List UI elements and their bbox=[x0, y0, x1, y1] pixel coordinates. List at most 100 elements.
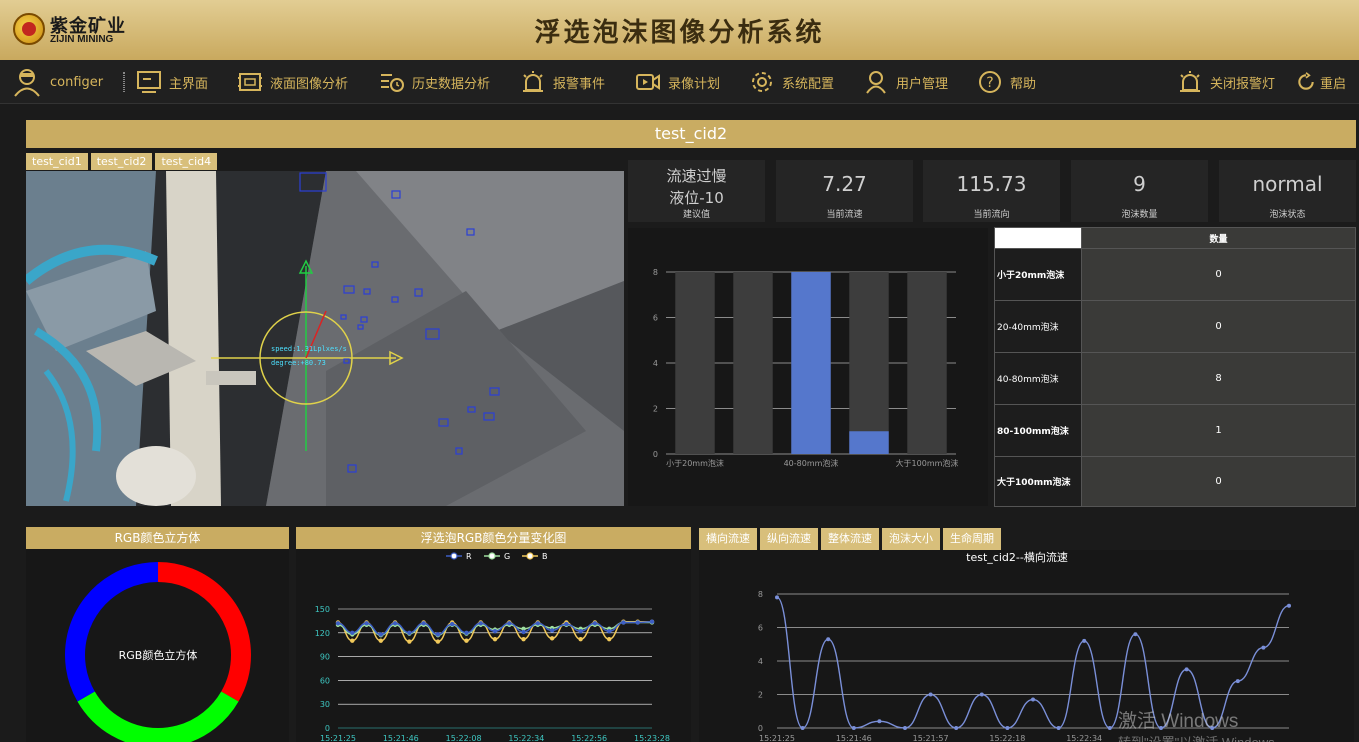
bar-xtick-label: 大于100mm泡沫 bbox=[896, 458, 959, 468]
flow-point bbox=[775, 595, 779, 600]
video-icon bbox=[636, 70, 660, 94]
table-row-value: 1 bbox=[1081, 405, 1355, 456]
table-row-value: 0 bbox=[1081, 249, 1355, 300]
rgb-chart-panel: 0 30 60 90 120 150 15:21:25 15:21:46 15:22:08 15:… bbox=[296, 549, 691, 742]
alarm-light-icon bbox=[1178, 70, 1202, 94]
rgb-point-R bbox=[478, 621, 483, 626]
flow-xtick-label: 15:22:34 bbox=[1066, 734, 1102, 742]
flow-point bbox=[1107, 726, 1112, 730]
tab-bubble-size[interactable]: 泡沫大小 bbox=[882, 528, 940, 550]
flow-xtick-label: 15:21:57 bbox=[913, 734, 949, 742]
flow-ytick-label: 2 bbox=[758, 691, 763, 700]
flow-point bbox=[1287, 603, 1291, 608]
tab-test-cid2[interactable]: test_cid2 bbox=[90, 153, 153, 170]
tab-test-cid4[interactable]: test_cid4 bbox=[155, 153, 218, 170]
rgb-chart-title: 浮选泡RGB颜色分量变化图 bbox=[296, 527, 691, 549]
alarm-light-off-button[interactable]: 关闭报警灯 bbox=[1178, 60, 1275, 104]
camera-video-feed[interactable]: speed:1.31Lplxes/s degree:+80.73 bbox=[26, 171, 624, 506]
rgb-point-R bbox=[578, 629, 583, 634]
tab-overall-speed[interactable]: 整体流速 bbox=[821, 528, 879, 550]
rgb-point-B bbox=[435, 639, 441, 644]
nav-item-user-management[interactable]: 用户管理 bbox=[864, 60, 948, 104]
user-menu[interactable]: configer bbox=[12, 60, 103, 104]
rgb-point-B bbox=[492, 636, 498, 642]
flow-point bbox=[1031, 697, 1035, 702]
rgb-point-R bbox=[392, 621, 398, 626]
flow-point bbox=[954, 726, 959, 730]
kpi-bubble-status-value: normal bbox=[1252, 172, 1323, 196]
bar-background bbox=[733, 272, 773, 454]
rgb-point-R bbox=[449, 621, 455, 627]
nav-item-image-analysis[interactable]: 液面图像分析 bbox=[238, 60, 348, 104]
rgb-xtick-label: 15:21:46 bbox=[383, 734, 419, 742]
tab-vertical-speed[interactable]: 纵向流速 bbox=[760, 528, 818, 550]
rgb-cube-title: RGB颜色立方体 bbox=[26, 527, 289, 549]
nav-item-main[interactable]: 主界面 bbox=[137, 60, 208, 104]
rgb-point-B bbox=[378, 638, 384, 643]
table-row-label: 大于100mm泡沫 bbox=[995, 457, 1081, 506]
video-overlay: speed:1.31Lplxes/s degree:+80.73 bbox=[26, 171, 624, 506]
legend-marker-B bbox=[526, 552, 534, 560]
windows-activation-watermark-sub: 转到"设置"以激活 Windows。 bbox=[1118, 732, 1288, 742]
flow-point bbox=[1133, 632, 1138, 637]
rgb-point-R bbox=[535, 621, 541, 626]
kpi-bubble-status: normal 泡沫状态 bbox=[1219, 160, 1356, 222]
table-header-blank bbox=[995, 228, 1081, 248]
nav-item-help[interactable]: ? 帮助 bbox=[978, 60, 1036, 104]
flow-xtick-label: 15:22:18 bbox=[989, 734, 1025, 742]
kpi-bubble-count-label: 泡沫数量 bbox=[1121, 210, 1158, 220]
rgb-point-R bbox=[492, 629, 498, 634]
app-title: 浮选泡沫图像分析系统 bbox=[534, 18, 825, 48]
app-header: 紫金矿业 ZIJIN MINING 浮选泡沫图像分析系统 bbox=[0, 0, 1359, 60]
bubble-size-table: 数量 小于20mm泡沫 0 20-40mm泡沫 0 40-80mm泡沫 8 80… bbox=[994, 227, 1356, 507]
bar-xtick-label: 40-80mm泡沫 bbox=[784, 458, 839, 468]
bar-ytick-label: 4 bbox=[653, 359, 658, 368]
rgb-point-R bbox=[464, 630, 469, 635]
kpi-bubble-count-value: 9 bbox=[1133, 172, 1146, 196]
kpi-current-speed-value: 7.27 bbox=[822, 172, 867, 196]
kpi-bubble-count: 9 泡沫数量 bbox=[1071, 160, 1208, 222]
table-row-label: 小于20mm泡沫 bbox=[995, 249, 1081, 300]
tab-life-cycle[interactable]: 生命周期 bbox=[943, 528, 1001, 550]
rgb-point-R bbox=[350, 630, 355, 635]
nav-label-history: 历史数据分析 bbox=[412, 76, 491, 92]
rgb-xtick-label: 15:22:56 bbox=[571, 734, 607, 742]
restart-button[interactable]: 重启 bbox=[1296, 60, 1346, 104]
nav-item-recording[interactable]: 录像计划 bbox=[636, 60, 720, 104]
user-avatar-icon bbox=[12, 67, 42, 97]
nav-item-system-config[interactable]: 系统配置 bbox=[750, 60, 834, 104]
tab-horizontal-speed[interactable]: 横向流速 bbox=[699, 528, 757, 550]
kpi-advice-line2: 液位-10 bbox=[669, 189, 724, 207]
nav-label-system-config: 系统配置 bbox=[782, 76, 835, 92]
overlay-speed-text: speed:1.31Lplxes/s bbox=[271, 345, 347, 353]
legend-label-R: R bbox=[466, 552, 472, 561]
flow-ytick-label: 6 bbox=[758, 624, 763, 633]
kpi-current-direction-value: 115.73 bbox=[956, 172, 1027, 196]
flow-point bbox=[903, 726, 907, 730]
table-row: 80-100mm泡沫 1 bbox=[995, 404, 1355, 456]
flow-point bbox=[1235, 679, 1240, 684]
bar-ytick-label: 8 bbox=[653, 268, 658, 277]
nav-item-history[interactable]: 历史数据分析 bbox=[380, 60, 490, 104]
flow-point bbox=[1056, 726, 1061, 730]
flow-xtick-label: 15:21:25 bbox=[759, 734, 795, 742]
kpi-advice-label: 建议值 bbox=[682, 210, 710, 220]
flow-ytick-label: 8 bbox=[758, 590, 763, 599]
rgb-ytick-label: 90 bbox=[320, 653, 330, 662]
flow-line-svg: test_cid2--横向流速 0 2 4 6 8 15:21:25 15:21:46 15:2… bbox=[758, 550, 1291, 742]
nav-label-alarm-events: 报警事件 bbox=[553, 76, 606, 92]
table-row-value: 0 bbox=[1081, 301, 1355, 352]
alarm-light-off-label: 关闭报警灯 bbox=[1210, 76, 1276, 92]
tab-test-cid1[interactable]: test_cid1 bbox=[26, 153, 88, 170]
nav-item-alarm-events[interactable]: 报警事件 bbox=[521, 60, 605, 104]
bar-ytick-label: 0 bbox=[653, 450, 658, 459]
rgb-point-R bbox=[592, 621, 598, 626]
bubble-size-bar-chart: 0 2 4 6 8 小于20mm泡沫 40-80mm泡沫 大于100mm泡沫 bbox=[628, 228, 988, 506]
table-row-label: 20-40mm泡沫 bbox=[995, 301, 1081, 352]
rgb-ytick-label: 60 bbox=[320, 676, 330, 685]
flow-ytick-label: 4 bbox=[758, 657, 763, 666]
nav-label-help: 帮助 bbox=[1010, 76, 1037, 92]
overlay-degree-text: degree:+80.73 bbox=[271, 359, 326, 367]
bar-ytick-label: 6 bbox=[653, 314, 658, 323]
rgb-point-R bbox=[407, 630, 412, 635]
